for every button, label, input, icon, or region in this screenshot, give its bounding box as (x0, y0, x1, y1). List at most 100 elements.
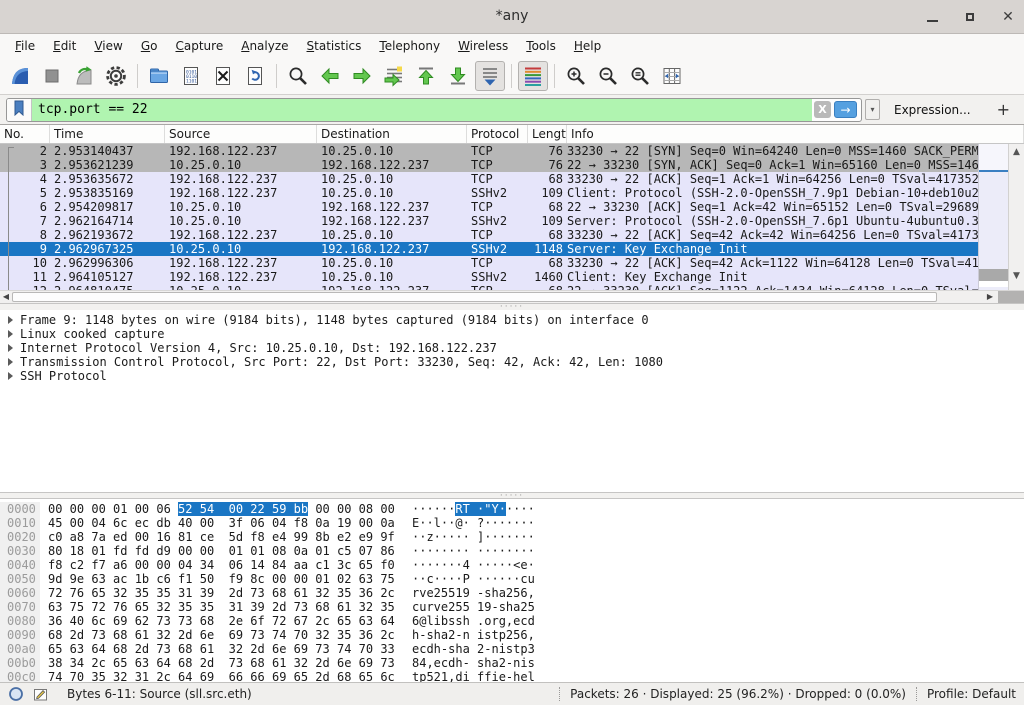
find-packet-button[interactable] (283, 61, 313, 91)
menu-item-tools[interactable]: Tools (517, 36, 565, 56)
maximize-button[interactable] (962, 9, 978, 25)
zoom-original-button[interactable] (625, 61, 655, 91)
menu-item-edit[interactable]: Edit (44, 36, 85, 56)
hex-row-0050[interactable]: 00509d 9e 63 ac 1b c6 f1 50 f9 8c 00 00 … (0, 572, 1024, 586)
detail-row-4[interactable]: SSH Protocol (0, 369, 1024, 383)
scroll-left-icon[interactable]: ◀ (0, 291, 12, 303)
colorize-packets-button[interactable] (518, 61, 548, 91)
hex-row-0000[interactable]: 000000 00 00 01 00 06 52 54 00 22 59 bb … (0, 502, 1024, 516)
hex-row-0010[interactable]: 001045 00 04 6c ec db 40 00 3f 06 04 f8 … (0, 516, 1024, 530)
close-button[interactable]: ✕ (1000, 9, 1016, 25)
packet-row-10[interactable]: 102.962996306192.168.122.23710.25.0.10TC… (0, 256, 1024, 270)
capture-options-button[interactable] (101, 61, 131, 91)
expression-button[interactable]: Expression... (894, 103, 971, 117)
scroll-right-icon[interactable]: ▶ (984, 291, 996, 303)
detail-row-3[interactable]: Transmission Control Protocol, Src Port:… (0, 355, 1024, 369)
column-header-no[interactable]: No. (0, 125, 50, 143)
go-forward-button[interactable] (347, 61, 377, 91)
expander-triangle-icon[interactable] (8, 358, 13, 366)
hex-row-00c0[interactable]: 00c074 70 35 32 31 2c 64 69 66 66 69 65 … (0, 670, 1024, 682)
filter-add-button[interactable]: + (997, 100, 1010, 119)
packet-details-pane: Frame 9: 1148 bytes on wire (9184 bits),… (0, 310, 1024, 492)
expert-info-icon[interactable] (8, 686, 24, 702)
column-header-source[interactable]: Source (165, 125, 317, 143)
hex-row-0080[interactable]: 008036 40 6c 69 62 73 73 68 2e 6f 72 67 … (0, 614, 1024, 628)
display-filter-input[interactable]: tcp.port == 22 (32, 99, 812, 121)
hscroll-thumb[interactable] (12, 292, 937, 302)
hex-row-0040[interactable]: 0040f8 c2 f7 a6 00 00 04 34 06 14 84 aa … (0, 558, 1024, 572)
restart-capture-button[interactable] (69, 61, 99, 91)
hex-row-00b0[interactable]: 00b038 34 2c 65 63 64 68 2d 73 68 61 32 … (0, 656, 1024, 670)
menu-item-view[interactable]: View (85, 36, 131, 56)
filter-bookmark-button[interactable] (7, 99, 32, 121)
start-capture-button[interactable] (5, 61, 35, 91)
menu-item-go[interactable]: Go (132, 36, 167, 56)
minimize-button[interactable] (924, 9, 940, 25)
expander-triangle-icon[interactable] (8, 344, 13, 352)
expander-triangle-icon[interactable] (8, 372, 13, 380)
menu-item-telephony[interactable]: Telephony (370, 36, 449, 56)
hex-row-0090[interactable]: 009068 2d 73 68 61 32 2d 6e 69 73 74 70 … (0, 628, 1024, 642)
scroll-up-icon[interactable]: ▲ (1009, 146, 1024, 158)
go-back-button[interactable] (315, 61, 345, 91)
packet-row-4[interactable]: 42.953635672192.168.122.23710.25.0.10TCP… (0, 172, 1024, 186)
packet-row-3[interactable]: 32.95362123910.25.0.10192.168.122.237TCP… (0, 158, 1024, 172)
column-header-protocol[interactable]: Protocol (467, 125, 528, 143)
packet-row-5[interactable]: 52.953835169192.168.122.23710.25.0.10SSH… (0, 186, 1024, 200)
hex-row-0070[interactable]: 007063 75 72 76 65 32 35 35 31 39 2d 73 … (0, 600, 1024, 614)
packet-row-8[interactable]: 82.962193672192.168.122.23710.25.0.10TCP… (0, 228, 1024, 242)
cell-time: 2.953140437 (50, 144, 165, 158)
pane-splitter-1[interactable]: ····· (0, 303, 1024, 310)
packet-row-2[interactable]: 22.953140437192.168.122.23710.25.0.10TCP… (0, 144, 1024, 158)
hex-ascii: tp521,di ffie-hel (412, 670, 535, 682)
capture-comment-icon[interactable] (33, 687, 48, 702)
detail-row-1[interactable]: Linux cooked capture (0, 327, 1024, 341)
expander-triangle-icon[interactable] (8, 316, 13, 324)
hex-ascii: h-sha2-n istp256, (412, 628, 535, 642)
packet-list-hscrollbar[interactable]: ◀ ▶ (0, 290, 1024, 303)
save-file-button[interactable]: 010101101101 (176, 61, 206, 91)
go-first-button[interactable] (411, 61, 441, 91)
packet-row-9[interactable]: 92.96296732510.25.0.10192.168.122.237SSH… (0, 242, 1024, 256)
zoom-in-button[interactable] (561, 61, 591, 91)
menu-item-help[interactable]: Help (565, 36, 610, 56)
detail-row-2[interactable]: Internet Protocol Version 4, Src: 10.25.… (0, 341, 1024, 355)
packet-list-minimap[interactable] (978, 144, 1008, 290)
packet-list-vscrollbar[interactable]: ▲ ▼ (1008, 144, 1024, 290)
filter-history-dropdown[interactable]: ▾ (865, 99, 880, 120)
packet-row-11[interactable]: 112.964105127192.168.122.23710.25.0.10SS… (0, 270, 1024, 284)
reload-file-button[interactable] (240, 61, 270, 91)
column-header-length[interactable]: Length (528, 125, 567, 143)
expander-triangle-icon[interactable] (8, 330, 13, 338)
hex-bytes: c0 a8 7a ed 00 16 81 ce 5d f8 e4 99 8b e… (48, 530, 404, 544)
detail-row-0[interactable]: Frame 9: 1148 bytes on wire (9184 bits),… (0, 313, 1024, 327)
menu-item-file[interactable]: File (6, 36, 44, 56)
menu-item-wireless[interactable]: Wireless (449, 36, 517, 56)
go-to-packet-button[interactable] (379, 61, 409, 91)
menu-item-analyze[interactable]: Analyze (232, 36, 297, 56)
filter-clear-button[interactable]: X (814, 101, 831, 118)
column-header-time[interactable]: Time (50, 125, 165, 143)
close-file-icon (212, 65, 234, 87)
packet-row-6[interactable]: 62.95420981710.25.0.10192.168.122.237TCP… (0, 200, 1024, 214)
status-profile[interactable]: Profile: Default (927, 687, 1016, 701)
packet-row-7[interactable]: 72.96216471410.25.0.10192.168.122.237SSH… (0, 214, 1024, 228)
filter-apply-button[interactable]: → (834, 101, 857, 118)
open-file-button[interactable] (144, 61, 174, 91)
menu-item-statistics[interactable]: Statistics (298, 36, 371, 56)
hex-row-0020[interactable]: 0020c0 a8 7a ed 00 16 81 ce 5d f8 e4 99 … (0, 530, 1024, 544)
hex-row-0060[interactable]: 006072 76 65 32 35 35 31 39 2d 73 68 61 … (0, 586, 1024, 600)
stop-capture-button[interactable] (37, 61, 67, 91)
resize-columns-button[interactable] (657, 61, 687, 91)
close-file-button[interactable] (208, 61, 238, 91)
go-last-button[interactable] (443, 61, 473, 91)
column-header-info[interactable]: Info (567, 125, 1024, 143)
auto-scroll-button[interactable] (475, 61, 505, 91)
hex-row-00a0[interactable]: 00a065 63 64 68 2d 73 68 61 32 2d 6e 69 … (0, 642, 1024, 656)
menu-item-capture[interactable]: Capture (166, 36, 232, 56)
hex-row-0030[interactable]: 003080 18 01 fd fd d9 00 00 01 01 08 0a … (0, 544, 1024, 558)
colorize-packets-icon (522, 65, 544, 87)
column-header-destination[interactable]: Destination (317, 125, 467, 143)
zoom-out-button[interactable] (593, 61, 623, 91)
scroll-down-icon[interactable]: ▼ (1009, 270, 1024, 282)
